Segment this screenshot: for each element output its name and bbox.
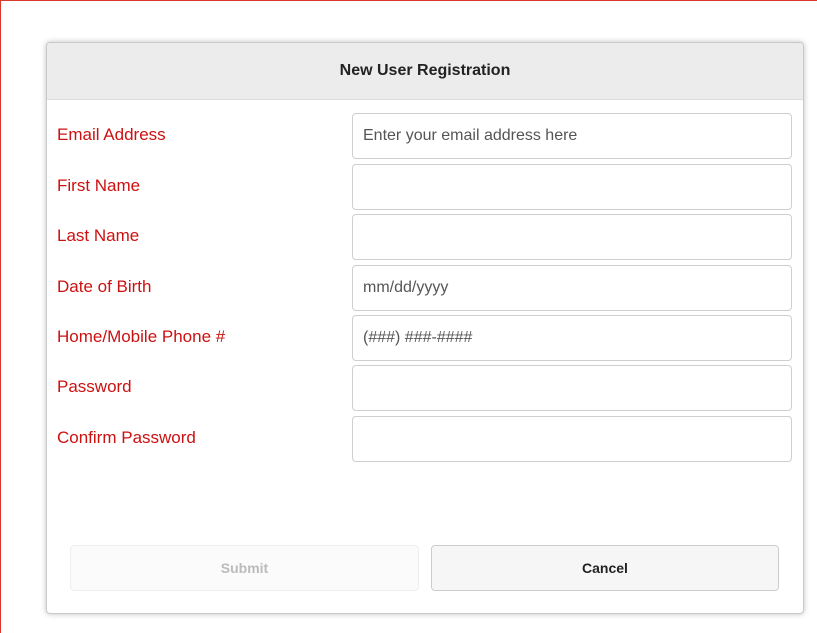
submit-button[interactable]: Submit (70, 545, 419, 591)
password-label: Password (57, 377, 132, 396)
dob-label: Date of Birth (57, 277, 152, 296)
confirm-password-field[interactable] (352, 416, 792, 462)
email-field[interactable] (352, 113, 792, 159)
email-label: Email Address (57, 125, 166, 144)
phone-field[interactable] (352, 315, 792, 361)
phone-label: Home/Mobile Phone # (57, 327, 226, 346)
dob-row: Date of Birth (47, 265, 803, 311)
last-name-row: Last Name (47, 214, 803, 260)
dob-field[interactable] (352, 265, 792, 311)
first-name-field[interactable] (352, 164, 792, 210)
password-row: Password (47, 365, 803, 411)
confirm-password-row: Confirm Password (47, 416, 803, 462)
dialog-title: New User Registration (47, 43, 803, 100)
email-row: Email Address (47, 113, 803, 159)
phone-row: Home/Mobile Phone # (47, 315, 803, 361)
first-name-row: First Name (47, 164, 803, 210)
password-field[interactable] (352, 365, 792, 411)
last-name-label: Last Name (57, 226, 140, 245)
registration-dialog: New User Registration Email Address Firs… (46, 42, 804, 614)
cancel-button[interactable]: Cancel (431, 545, 779, 591)
confirm-password-label: Confirm Password (57, 428, 196, 447)
first-name-label: First Name (57, 176, 141, 195)
last-name-field[interactable] (352, 214, 792, 260)
